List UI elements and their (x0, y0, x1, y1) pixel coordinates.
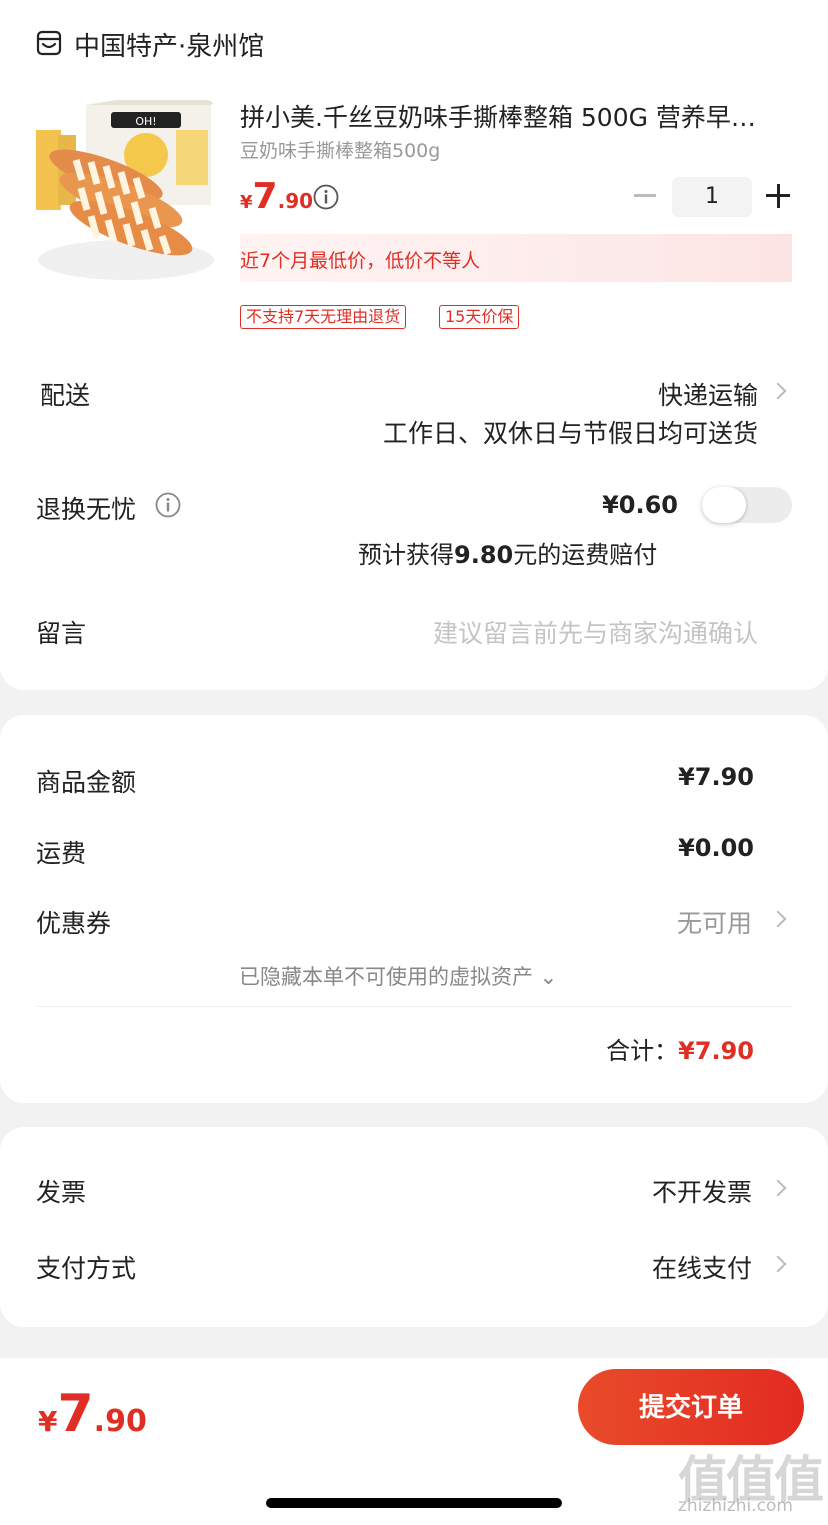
chevron-down-icon: ⌄ (533, 965, 558, 989)
product-image[interactable]: OH! (36, 100, 216, 280)
submit-order-button[interactable]: 提交订单 (578, 1369, 804, 1445)
note-amount: 9.80 (454, 541, 514, 569)
coupon-value[interactable]: 无可用 (677, 904, 752, 940)
invoice-label: 发票 (36, 1178, 87, 1207)
shipping-label: 运费 (36, 839, 87, 868)
chevron-right-icon[interactable] (769, 1255, 787, 1273)
watermark-url: zhizhizhi.com (678, 1496, 793, 1516)
chevron-right-icon[interactable] (769, 1179, 787, 1197)
delivery-method[interactable]: 快递运输 (658, 376, 758, 412)
chevron-right-icon[interactable] (769, 382, 787, 400)
checkout-price: ¥7.90 (38, 1384, 147, 1444)
product-title[interactable]: 拼小美.千丝豆奶味手撕棒整箱 500G 营养早… (240, 98, 790, 134)
product-price: ¥7.90 (240, 176, 313, 217)
chevron-right-icon[interactable] (769, 910, 787, 928)
total-label: 合计： (606, 1037, 679, 1065)
quantity-decrease-button[interactable] (634, 194, 656, 197)
price-integer: 7 (57, 1384, 94, 1444)
message-input[interactable]: 建议留言前先与商家沟通确认 (433, 614, 758, 650)
invoice-value[interactable]: 不开发票 (652, 1173, 752, 1209)
price-currency: ¥ (240, 192, 253, 213)
info-icon[interactable] (313, 184, 339, 210)
price-summary-card: 商品金额 ¥7.90 运费 ¥0.00 优惠券 无可用 已隐藏本单不可使用的虚拟… (0, 715, 828, 1103)
service-tag: 不支持7天无理由退货 (240, 305, 407, 329)
price-decimal: .90 (277, 189, 314, 213)
return-insurance-note: 预计获得9.80元的运费赔付 (358, 535, 657, 570)
goods-amount-label: 商品金额 (36, 768, 137, 797)
price-integer: 7 (252, 176, 278, 217)
store-icon (36, 30, 62, 56)
coupon-label: 优惠券 (36, 909, 112, 938)
payment-method-value[interactable]: 在线支付 (652, 1249, 752, 1285)
hidden-assets-text: 已隐藏本单不可使用的虚拟资产 (239, 965, 533, 989)
invoice-payment-card: 发票 不开发票 支付方式 在线支付 (0, 1127, 828, 1327)
quantity-input[interactable]: 1 (672, 177, 752, 217)
hidden-assets-toggle[interactable]: 已隐藏本单不可使用的虚拟资产 ⌄ (239, 961, 557, 991)
price-currency: ¥ (38, 1405, 58, 1438)
lowest-price-text: 近7个月最低价，低价不等人 (240, 250, 481, 272)
delivery-label: 配送 (40, 381, 91, 410)
order-total: 合计：¥7.90 (606, 1031, 754, 1066)
info-icon[interactable] (155, 492, 181, 518)
home-indicator[interactable] (266, 1498, 562, 1508)
note-suffix: 元的运费赔付 (513, 541, 658, 569)
divider (36, 1006, 792, 1007)
delivery-note: 工作日、双休日与节假日均可送货 (382, 419, 758, 448)
order-item-card: 中国特产·泉州馆 OH! 拼小美.千丝豆奶味手撕棒整箱 500G 营养早… 豆奶… (0, 0, 828, 690)
note-prefix: 预计获得 (358, 541, 454, 569)
return-insurance-toggle[interactable] (702, 487, 792, 523)
toggle-knob (702, 487, 746, 523)
quantity-increase-button[interactable] (766, 184, 790, 208)
goods-amount-value: ¥7.90 (678, 763, 754, 791)
service-tag: 15天价保 (439, 305, 520, 329)
shop-name[interactable]: 中国特产·泉州馆 (74, 26, 264, 63)
shipping-value: ¥0.00 (678, 834, 754, 862)
svg-text:OH!: OH! (135, 115, 156, 128)
total-value: ¥7.90 (678, 1037, 754, 1065)
return-insurance-label: 退换无忧 (36, 495, 137, 524)
payment-method-label: 支付方式 (36, 1254, 137, 1283)
return-insurance-price: ¥0.60 (602, 491, 678, 519)
product-spec[interactable]: 豆奶味手撕棒整箱500g (240, 136, 440, 163)
price-decimal: .90 (93, 1404, 147, 1439)
message-label: 留言 (36, 619, 87, 648)
